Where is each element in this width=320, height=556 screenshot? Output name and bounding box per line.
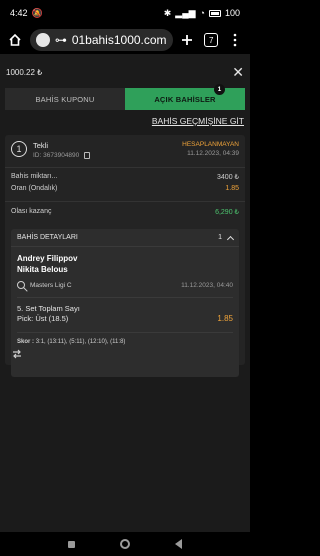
bluetooth-icon: ✱ bbox=[163, 7, 172, 18]
tab-bet-coupon[interactable]: BAHİS KUPONU bbox=[5, 88, 125, 110]
potential-win-value: 6,290 ₺ bbox=[215, 209, 239, 216]
pick: Pick: Üst (18.5) bbox=[17, 314, 69, 323]
home-nav-icon[interactable] bbox=[120, 539, 130, 549]
betslip-tabs: BAHİS KUPONU AÇIK BAHİSLER 1 bbox=[5, 84, 245, 110]
player-2: Nikita Belous bbox=[17, 265, 68, 274]
bet-details-title: BAHİS DETAYLARI bbox=[17, 234, 78, 241]
divider bbox=[5, 167, 245, 168]
url-bar[interactable]: ⊶ 01bahis1000.com bbox=[29, 29, 173, 51]
event-players: Andrey Filippov Nikita Belous bbox=[11, 247, 239, 275]
player-1: Andrey Filippov bbox=[17, 254, 78, 263]
potential-win-label: Olası kazanç bbox=[11, 208, 52, 215]
home-icon[interactable] bbox=[6, 31, 24, 49]
copy-icon[interactable] bbox=[84, 152, 91, 159]
bet-id-row: ID: 3673904890 bbox=[33, 152, 91, 160]
market-name: 5. Set Toplam Sayı bbox=[17, 304, 80, 313]
bet-card: 1 Tekli ID: 3673904890 HESAPLANMAYAN 11.… bbox=[5, 135, 245, 377]
balance: 1000.22 ₺ bbox=[6, 67, 43, 77]
status-bar: 4:42 🔕 ✱ ▂▄▆ ◔ 100 bbox=[0, 0, 250, 26]
bet-status: HESAPLANMAYAN bbox=[182, 141, 239, 148]
tabs-button[interactable]: 7 bbox=[202, 31, 220, 49]
league-row: Masters Ligi C 11.12.2023, 04:40 bbox=[11, 275, 239, 289]
swap-icon[interactable] bbox=[12, 349, 22, 359]
mute-icon: 🔕 bbox=[31, 7, 43, 18]
betslip-panel: 1000.22 ₺ ✕ BAHİS KUPONU AÇIK BAHİSLER 1… bbox=[0, 54, 250, 532]
recent-apps-icon[interactable] bbox=[68, 540, 75, 548]
bet-card-header: 1 Tekli ID: 3673904890 HESAPLANMAYAN 11.… bbox=[11, 141, 239, 165]
status-time: 4:42 bbox=[10, 8, 28, 18]
url-text: 01bahis1000.com bbox=[71, 33, 167, 47]
stake-value: 3400 ₺ bbox=[217, 174, 239, 181]
open-bets-count-badge: 1 bbox=[214, 84, 225, 95]
wifi-icon: ◔ bbox=[199, 8, 205, 18]
bet-history-link[interactable]: BAHİS GEÇMİŞİNE GİT bbox=[152, 116, 244, 126]
score-label: Skor : bbox=[17, 339, 35, 345]
more-menu-icon[interactable] bbox=[226, 31, 244, 49]
tab-bet-coupon-label: BAHİS KUPONU bbox=[35, 94, 95, 104]
pick-odds: 1.85 bbox=[217, 314, 233, 323]
tab-open-bets[interactable]: AÇIK BAHİSLER 1 bbox=[125, 84, 245, 110]
potential-win-row: Olası kazanç 6,290 ₺ bbox=[11, 208, 239, 216]
score-row: Skor : 3:1, (13:11), (5:11), (12:10), (1… bbox=[17, 332, 233, 345]
league-name: Masters Ligi C bbox=[30, 281, 72, 289]
market-block: 5. Set Toplam Sayı Pick: Üst (18.5) 1.85 bbox=[17, 297, 233, 324]
chevron-up-icon[interactable] bbox=[226, 235, 235, 243]
bet-type: Tekli bbox=[33, 141, 49, 150]
stake-label: Bahis miktarı... bbox=[11, 173, 58, 180]
tab-count: 7 bbox=[204, 33, 219, 47]
table-tennis-icon bbox=[17, 281, 25, 289]
score-value: 3:1, (13:11), (5:11), (12:10), (11:8) bbox=[35, 339, 126, 345]
stake-row: Bahis miktarı... 3400 ₺ bbox=[11, 173, 239, 181]
tab-open-bets-label: AÇIK BAHİSLER bbox=[154, 94, 216, 104]
bet-id: 3673904890 bbox=[43, 152, 80, 160]
odds-row: Oran (Ondalık) 1.85 bbox=[11, 185, 239, 192]
divider bbox=[5, 201, 245, 202]
new-tab-icon[interactable] bbox=[179, 31, 197, 49]
back-icon[interactable] bbox=[175, 539, 182, 549]
battery-percent: 100 bbox=[224, 8, 240, 18]
close-icon[interactable]: ✕ bbox=[232, 65, 244, 79]
site-avatar-icon bbox=[35, 33, 50, 47]
battery-icon bbox=[208, 9, 221, 17]
match-datetime: 11.12.2023, 04:40 bbox=[181, 281, 233, 289]
browser-bar: ⊶ 01bahis1000.com 7 bbox=[0, 26, 250, 54]
bet-details-header[interactable]: BAHİS DETAYLARI 1 bbox=[11, 229, 239, 247]
system-nav-bar bbox=[0, 532, 250, 556]
odds-value: 1.85 bbox=[225, 185, 239, 192]
site-info-icon[interactable]: ⊶ bbox=[55, 33, 67, 47]
bet-details-count: 1 bbox=[218, 234, 222, 241]
bet-details-panel: BAHİS DETAYLARI 1 Andrey Filippov Nikita… bbox=[11, 229, 239, 377]
bet-number: 1 bbox=[11, 141, 27, 157]
odds-label: Oran (Ondalık) bbox=[11, 185, 58, 192]
balance-row: 1000.22 ₺ ✕ bbox=[0, 54, 250, 90]
signal-icon: ▂▄▆ bbox=[175, 7, 196, 18]
bet-datetime: 11.12.2023, 04:39 bbox=[187, 150, 239, 157]
bet-id-label: ID: bbox=[33, 152, 42, 160]
